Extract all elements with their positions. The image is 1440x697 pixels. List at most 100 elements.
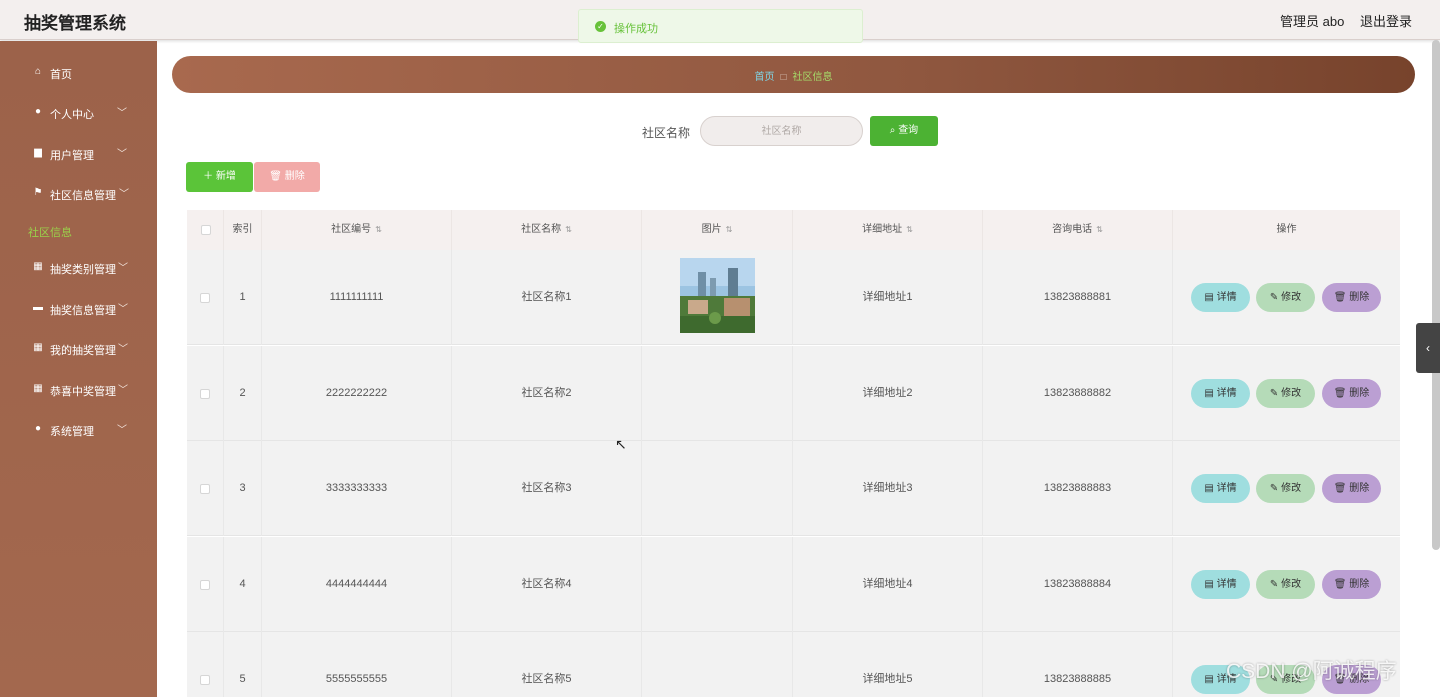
cell-index: 3 [224, 441, 262, 536]
edit-button[interactable]: ✎ 修改 [1256, 474, 1315, 503]
sidebar-item-lottery-info[interactable]: ▬ 抽奖信息管理 ﹀ [0, 297, 157, 321]
row-select-cell [187, 536, 224, 632]
delete-button[interactable]: 🗑 删除 [1322, 474, 1381, 503]
breadcrumb-home[interactable]: 首页 [754, 72, 774, 83]
column-label: 咨询电话 [1052, 224, 1093, 235]
comment-icon: ▬ [33, 302, 43, 313]
table-row[interactable]: 1 1111111111 社区名称1 详细地址1 13823888881 ▤ 详情 ✎ 修改… [187, 250, 1400, 345]
collapse-panel-button[interactable]: ‹ [1416, 323, 1440, 373]
sidebar-item-lottery-category[interactable]: ▦ 抽奖类别管理 ﹀ [0, 256, 157, 280]
sidebar-item-user-management[interactable]: ▆ 用户管理 ﹀ [0, 142, 157, 166]
sidebar-item-label: 系统管理 [50, 426, 94, 438]
cell-phone: 13823888881 [983, 250, 1173, 345]
delete-button[interactable]: 🗑 删除 [1322, 569, 1381, 599]
edit-button[interactable]: ✎ 修改 [1256, 378, 1315, 408]
chevron-down-icon: ﹀ [118, 385, 128, 396]
trash-icon: 🗑 [269, 171, 282, 182]
table-row[interactable]: 4 4444444444 社区名称4 详细地址4 13823888884 ▤ 详情 ✎ 修改… [187, 536, 1400, 632]
sidebar-item-label: 抽奖类别管理 [50, 264, 116, 276]
sidebar-item-label: 抽奖信息管理 [50, 305, 116, 317]
cell-phone: 13823888882 [983, 345, 1173, 441]
column-label: 操作 [1276, 224, 1297, 235]
column-header-phone[interactable]: 咨询电话 ⇅ [983, 210, 1173, 250]
column-header-image[interactable]: 图片 ⇅ [642, 210, 793, 250]
cell-name: 社区名称3 [452, 441, 642, 536]
sidebar-item-system-management[interactable]: ● 系统管理 ﹀ [0, 418, 157, 442]
edit-button[interactable]: ✎ 修改 [1256, 283, 1315, 312]
sort-icon[interactable]: ⇅ [565, 225, 572, 234]
sort-icon[interactable]: ⇅ [906, 225, 913, 234]
search-input[interactable] [700, 116, 863, 146]
grid-icon: ▦ [33, 342, 43, 353]
document-icon: ▤ [1204, 387, 1217, 399]
sidebar-item-label: 社区信息管理 [50, 190, 116, 202]
app-title: 抽奖管理系统 [24, 14, 126, 33]
row-checkbox[interactable] [200, 675, 210, 685]
sort-icon[interactable]: ⇅ [1096, 225, 1103, 234]
sidebar-item-winners[interactable]: ▦ 恭喜中奖管理 ﹀ [0, 378, 157, 402]
edit-button[interactable]: ✎ 修改 [1256, 569, 1315, 599]
table-row[interactable]: 3 3333333333 社区名称3 详细地址3 13823888883 ▤ 详情 ✎ 修改… [187, 441, 1400, 536]
column-label: 详细地址 [862, 224, 903, 235]
sort-icon[interactable]: ⇅ [726, 225, 733, 234]
pencil-icon: ✎ [1269, 292, 1282, 303]
table-row[interactable]: 2 2222222222 社区名称2 详细地址2 13823888882 ▤ 详情 ✎ 修改… [187, 345, 1400, 441]
row-checkbox[interactable] [200, 388, 210, 399]
flag-icon: ⚑ [33, 187, 43, 198]
row-checkbox[interactable] [200, 484, 210, 494]
column-label: 图片 [701, 224, 722, 235]
detail-button[interactable]: ▤ 详情 [1191, 569, 1250, 599]
detail-button[interactable]: ▤ 详情 [1191, 283, 1250, 312]
sort-icon[interactable]: ⇅ [375, 225, 382, 234]
sidebar-item-my-lottery[interactable]: ▦ 我的抽奖管理 ﹀ [0, 337, 157, 361]
cell-code: 2222222222 [262, 345, 452, 441]
cell-index: 5 [224, 632, 262, 697]
sidebar-item-community-management[interactable]: ⚑ 社区信息管理 ﹀ [0, 182, 157, 206]
table-row[interactable]: 5 5555555555 社区名称5 详细地址5 13823888885 ▤ 详情 ✎ 修改… [187, 632, 1400, 697]
sidebar-item-home[interactable]: ⌂ 首页 [0, 61, 157, 85]
page-scrollbar[interactable] [1432, 40, 1440, 550]
detail-button-label: 详情 [1216, 292, 1237, 303]
delete-button-label: 删除 [1349, 578, 1370, 590]
search-button[interactable]: ⌕ 查询 [870, 116, 938, 146]
detail-button[interactable]: ▤ 详情 [1191, 378, 1250, 408]
trash-icon: 🗑 [1333, 387, 1350, 399]
row-checkbox[interactable] [200, 293, 210, 303]
delete-button[interactable]: 🗑 删除 [1322, 378, 1381, 408]
document-icon: ▤ [1204, 578, 1217, 590]
column-header-code[interactable]: 社区编号 ⇅ [262, 210, 452, 250]
detail-button[interactable]: ▤ 详情 [1191, 474, 1250, 503]
select-all-checkbox[interactable] [201, 225, 211, 235]
row-checkbox[interactable] [200, 579, 210, 590]
cell-image [642, 632, 793, 697]
table-header: 索引 社区编号 ⇅ 社区名称 ⇅ 图片 ⇅ 详细地址 ⇅ 咨询电话 ⇅ 操作 [187, 210, 1400, 250]
batch-delete-button[interactable]: 🗑 删除 [254, 162, 320, 192]
column-label: 社区名称 [521, 224, 562, 235]
document-icon: ▤ [1204, 292, 1217, 303]
sidebar-subitem-community-info[interactable]: 社区信息 [28, 224, 72, 240]
column-header-address[interactable]: 详细地址 ⇅ [793, 210, 983, 250]
column-header-name[interactable]: 社区名称 ⇅ [452, 210, 642, 250]
document-icon: ▤ [1204, 483, 1217, 494]
column-header-actions: 操作 [1173, 210, 1400, 250]
cell-address: 详细地址2 [793, 345, 983, 441]
cell-name: 社区名称1 [452, 250, 642, 345]
sidebar-item-personal-center[interactable]: ● 个人中心 ﹀ [0, 101, 157, 125]
logout-link[interactable]: 退出登录 [1360, 11, 1412, 30]
delete-button[interactable]: 🗑 删除 [1322, 283, 1381, 312]
edit-button-label: 修改 [1281, 292, 1302, 303]
chevron-down-icon: ﹀ [117, 149, 127, 160]
chevron-down-icon: ﹀ [118, 263, 128, 274]
trash-icon: 🗑 [1333, 578, 1350, 590]
plus-icon: ＋ [203, 171, 214, 182]
folder-icon: ▆ [34, 147, 42, 158]
breadcrumb-bar: 首页 □ 社区信息 [172, 56, 1415, 93]
add-button[interactable]: ＋ 新增 [186, 162, 253, 192]
chevron-down-icon: ﹀ [119, 189, 129, 200]
community-image[interactable] [680, 258, 755, 333]
mouse-cursor: ↖ [615, 436, 627, 452]
cell-name: 社区名称2 [452, 345, 642, 441]
pencil-icon: ✎ [1269, 387, 1282, 399]
cell-address: 详细地址1 [793, 250, 983, 345]
row-select-cell [187, 441, 224, 536]
